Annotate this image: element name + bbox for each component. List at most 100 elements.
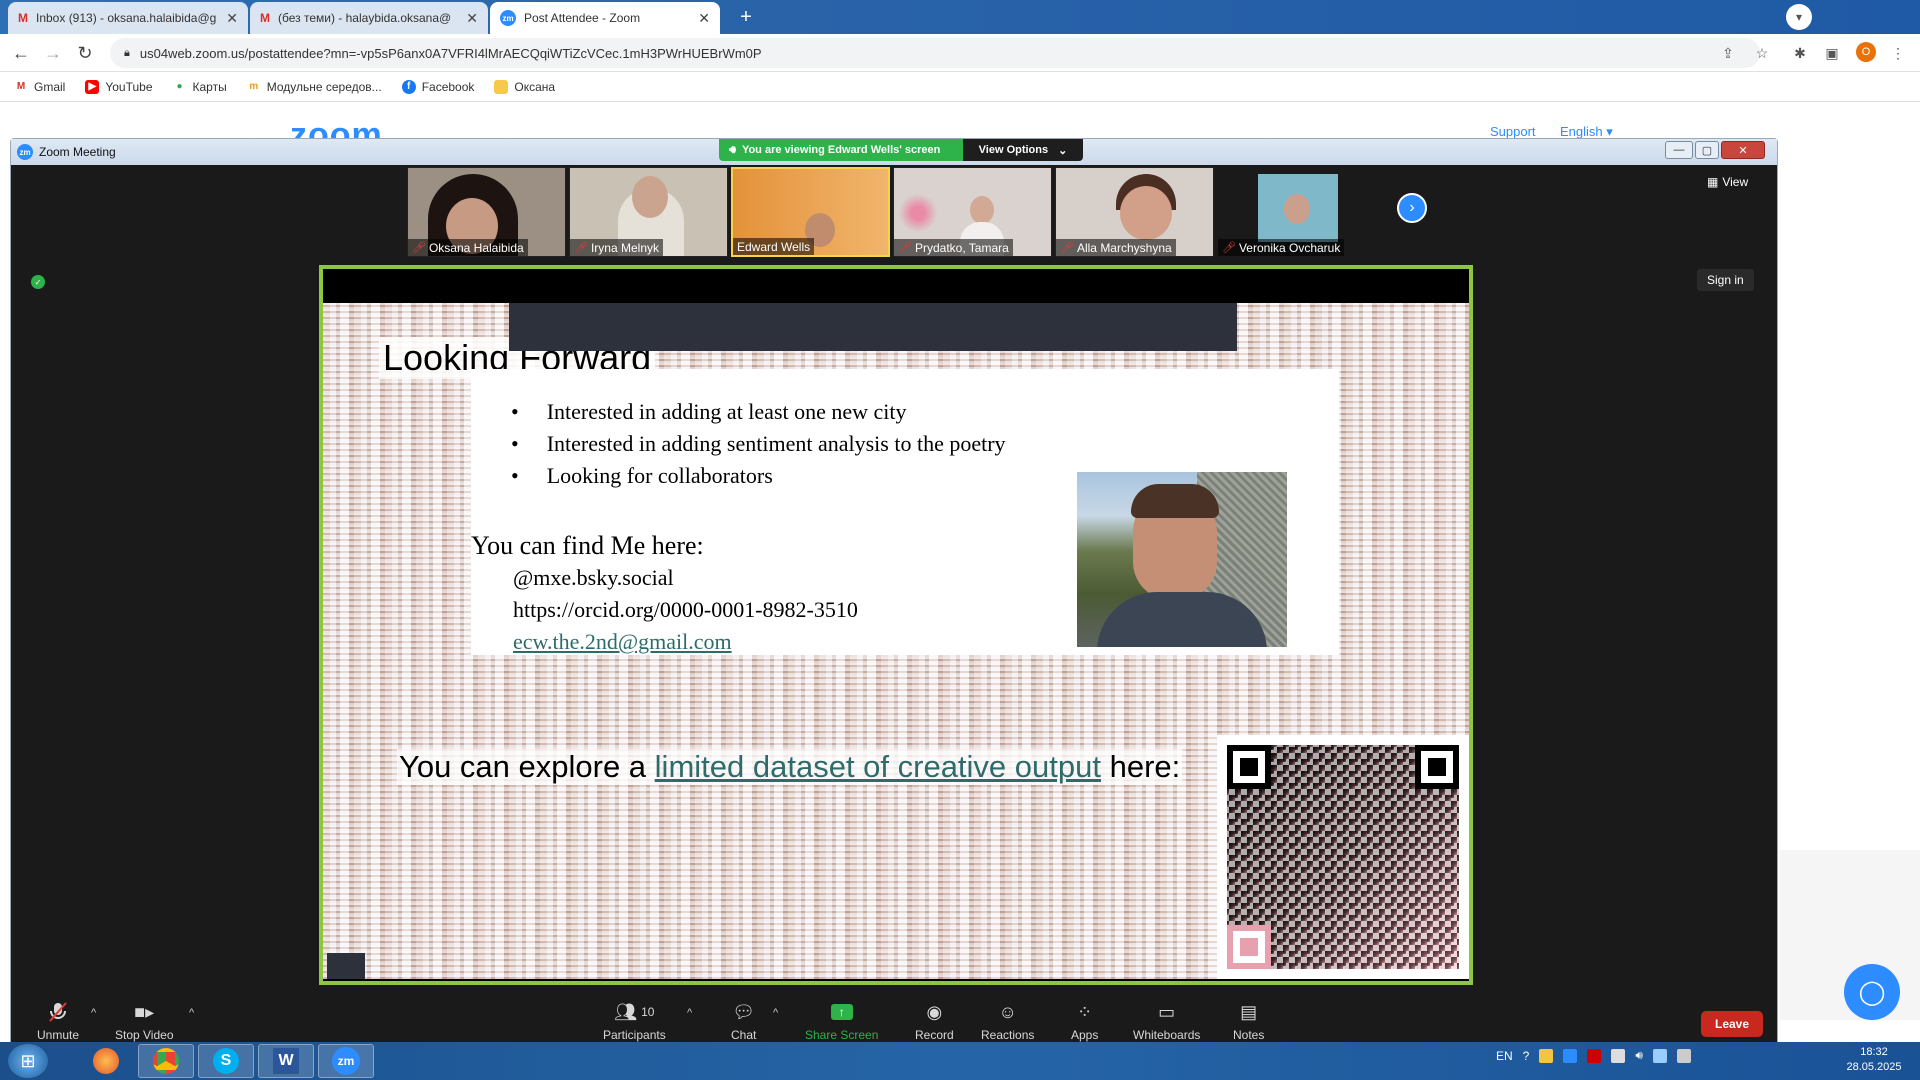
- chat-button[interactable]: 💬︎ Chat: [731, 1001, 756, 1043]
- participant-name-tag: Edward Wells: [733, 238, 815, 255]
- taskbar-word[interactable]: W: [258, 1044, 314, 1078]
- close-tab-icon[interactable]: ✕: [698, 10, 710, 27]
- leave-button[interactable]: Leave: [1701, 1011, 1763, 1037]
- bookmark-label: Gmail: [34, 79, 66, 94]
- side-panel-icon[interactable]: ▣: [1822, 43, 1842, 63]
- support-chat-button[interactable]: ◯: [1844, 964, 1900, 1020]
- view-button[interactable]: ▦ View: [1707, 175, 1748, 189]
- view-options-label: View Options: [978, 144, 1049, 156]
- stop-video-button[interactable]: ■▸ Stop Video: [115, 1001, 174, 1043]
- arrow-left-icon: ←: [12, 42, 30, 63]
- forward-button[interactable]: →: [40, 40, 66, 66]
- muted-mic-icon: 🎤︎: [574, 242, 588, 254]
- notes-button[interactable]: ▤ Notes: [1233, 1001, 1265, 1043]
- participants-button[interactable]: 👥︎ 10 Participants: [603, 1001, 666, 1043]
- participant-video[interactable]: 🎤︎ Iryna Melnyk: [569, 167, 728, 257]
- bookmark-moodle[interactable]: m Модульне середов...: [247, 79, 382, 94]
- tab-zoom-post-attendee[interactable]: zm Post Attendee - Zoom ✕: [490, 2, 720, 34]
- participants-options-caret[interactable]: ^: [687, 1007, 692, 1019]
- new-tab-button[interactable]: +: [732, 4, 760, 30]
- notes-icon: ▤: [1240, 1001, 1258, 1022]
- url-text: us04web.zoom.us/postattendee?mn=-vp5sP6a…: [139, 45, 762, 61]
- chat-options-caret[interactable]: ^: [773, 1007, 778, 1019]
- notes-label: Notes: [1233, 1028, 1265, 1042]
- extensions-icon[interactable]: ✱: [1790, 43, 1810, 63]
- bookmark-folder-oksana[interactable]: Оксана: [494, 79, 555, 94]
- slide-content-box: • Interested in adding at least one new c…: [471, 369, 1339, 655]
- back-button[interactable]: ←: [8, 40, 34, 66]
- close-window-button[interactable]: ✕: [1721, 141, 1765, 159]
- notification-icon[interactable]: [1539, 1048, 1554, 1063]
- volume-icon[interactable]: 🔊︎: [1635, 1048, 1643, 1063]
- menu-kebab-icon[interactable]: ⋮: [1888, 43, 1908, 63]
- share-icon[interactable]: ⇪: [1718, 43, 1738, 63]
- bookmark-label: Модульне середов...: [266, 79, 382, 94]
- map-pin-icon: ●: [176, 81, 183, 92]
- support-link[interactable]: Support: [1490, 124, 1536, 139]
- close-tab-icon[interactable]: ✕: [226, 10, 238, 27]
- video-options-caret[interactable]: ^: [189, 1007, 194, 1019]
- record-icon: ◉: [926, 1001, 943, 1022]
- facebook-icon: f: [401, 79, 416, 94]
- tab-title: Inbox (913) - oksana.halaibida@g: [36, 11, 217, 25]
- reload-button[interactable]: ↻: [72, 40, 98, 66]
- system-clock[interactable]: 18:32 28.05.2025: [1834, 1045, 1914, 1075]
- slide-thumbnail-toggle[interactable]: [327, 953, 365, 979]
- sign-in-button[interactable]: Sign in: [1697, 269, 1754, 291]
- bookmark-gmail[interactable]: M Gmail: [14, 79, 66, 94]
- profile-avatar[interactable]: O: [1856, 42, 1876, 62]
- bookmark-facebook[interactable]: f Facebook: [401, 79, 474, 94]
- record-button[interactable]: ◉ Record: [915, 1001, 954, 1043]
- tab-gmail-draft[interactable]: M (без теми) - halaybida.oksana@ ✕: [250, 2, 488, 34]
- participant-video[interactable]: 🎤︎ Oksana Halaibida: [407, 167, 566, 257]
- network-icon[interactable]: [1611, 1048, 1626, 1063]
- whiteboards-button[interactable]: ▭ Whiteboards: [1133, 1001, 1200, 1043]
- presenter-hair: [1131, 484, 1219, 518]
- participant-video[interactable]: 🎤︎ Alla Marchyshyna: [1055, 167, 1214, 257]
- taskbar-skype[interactable]: S: [198, 1044, 254, 1078]
- tab-gmail-inbox[interactable]: M Inbox (913) - oksana.halaibida@g ✕: [8, 2, 248, 34]
- apps-icon: ⁘: [1077, 1001, 1093, 1022]
- presenter-photo: [1077, 472, 1287, 647]
- view-options-button[interactable]: View Options ⌄: [963, 139, 1083, 161]
- bookmark-star-icon[interactable]: ☆: [1752, 43, 1772, 63]
- taskbar-firefox[interactable]: [78, 1044, 134, 1078]
- display-icon[interactable]: [1652, 1048, 1667, 1063]
- participant-video-active-speaker[interactable]: Edward Wells: [731, 167, 890, 257]
- next-page-button[interactable]: ›: [1397, 193, 1427, 223]
- acrobat-icon[interactable]: [1587, 1048, 1602, 1063]
- browser-toolbar: ← → ↻ 🔒︎ us04web.zoom.us/postattendee?mn…: [0, 34, 1920, 72]
- close-tab-icon[interactable]: ✕: [466, 10, 478, 27]
- reactions-button[interactable]: ☺ Reactions: [981, 1001, 1034, 1043]
- share-screen-button[interactable]: ↑ Share Screen: [805, 1001, 878, 1042]
- bullet-item: • Interested in adding sentiment analysis…: [511, 431, 1006, 463]
- start-button[interactable]: ⊞: [8, 1044, 48, 1078]
- zoom-tray-icon[interactable]: [1563, 1048, 1578, 1063]
- taskbar-zoom[interactable]: zm: [318, 1044, 374, 1078]
- maximize-button[interactable]: ▢: [1695, 141, 1719, 159]
- flag-icon[interactable]: [1676, 1048, 1691, 1063]
- email-link[interactable]: ecw.the.2nd@gmail.com: [513, 629, 732, 655]
- stop-video-label: Stop Video: [115, 1028, 174, 1042]
- address-bar[interactable]: 🔒︎ us04web.zoom.us/postattendee?mn=-vp5s…: [110, 38, 1760, 68]
- bullet-text: Interested in adding at least one new ci…: [546, 399, 907, 424]
- participant-name: Oksana Halaibida: [428, 240, 524, 255]
- help-icon[interactable]: ?: [1523, 1049, 1530, 1063]
- windows-taskbar: ⊞ S W zm EN ? 🔊︎ 18:32 28.05.2025: [0, 1042, 1920, 1080]
- minimize-button[interactable]: —: [1665, 141, 1693, 159]
- bookmark-youtube[interactable]: ▶ YouTube: [85, 79, 153, 94]
- participant-video[interactable]: 🎤︎ Veronika Ovcharuk: [1217, 167, 1376, 257]
- audio-options-caret[interactable]: ^: [91, 1007, 96, 1019]
- language-indicator[interactable]: EN: [1496, 1049, 1513, 1063]
- taskbar-chrome[interactable]: [138, 1044, 194, 1078]
- unmute-button[interactable]: Unmute: [37, 1001, 79, 1042]
- apps-button[interactable]: ⁘ Apps: [1071, 1001, 1098, 1043]
- participant-video[interactable]: 🎤︎ Prydatko, Tamara: [893, 167, 1052, 257]
- muted-mic-icon: 🎤︎: [1060, 242, 1074, 254]
- bookmark-maps[interactable]: ● Карты: [173, 80, 226, 94]
- dataset-link[interactable]: limited dataset of creative output: [655, 749, 1101, 784]
- security-shield-icon[interactable]: ✓: [31, 275, 45, 289]
- record-label: Record: [915, 1028, 954, 1042]
- participant-face: [632, 176, 668, 218]
- tab-search-button[interactable]: ▾: [1786, 4, 1812, 30]
